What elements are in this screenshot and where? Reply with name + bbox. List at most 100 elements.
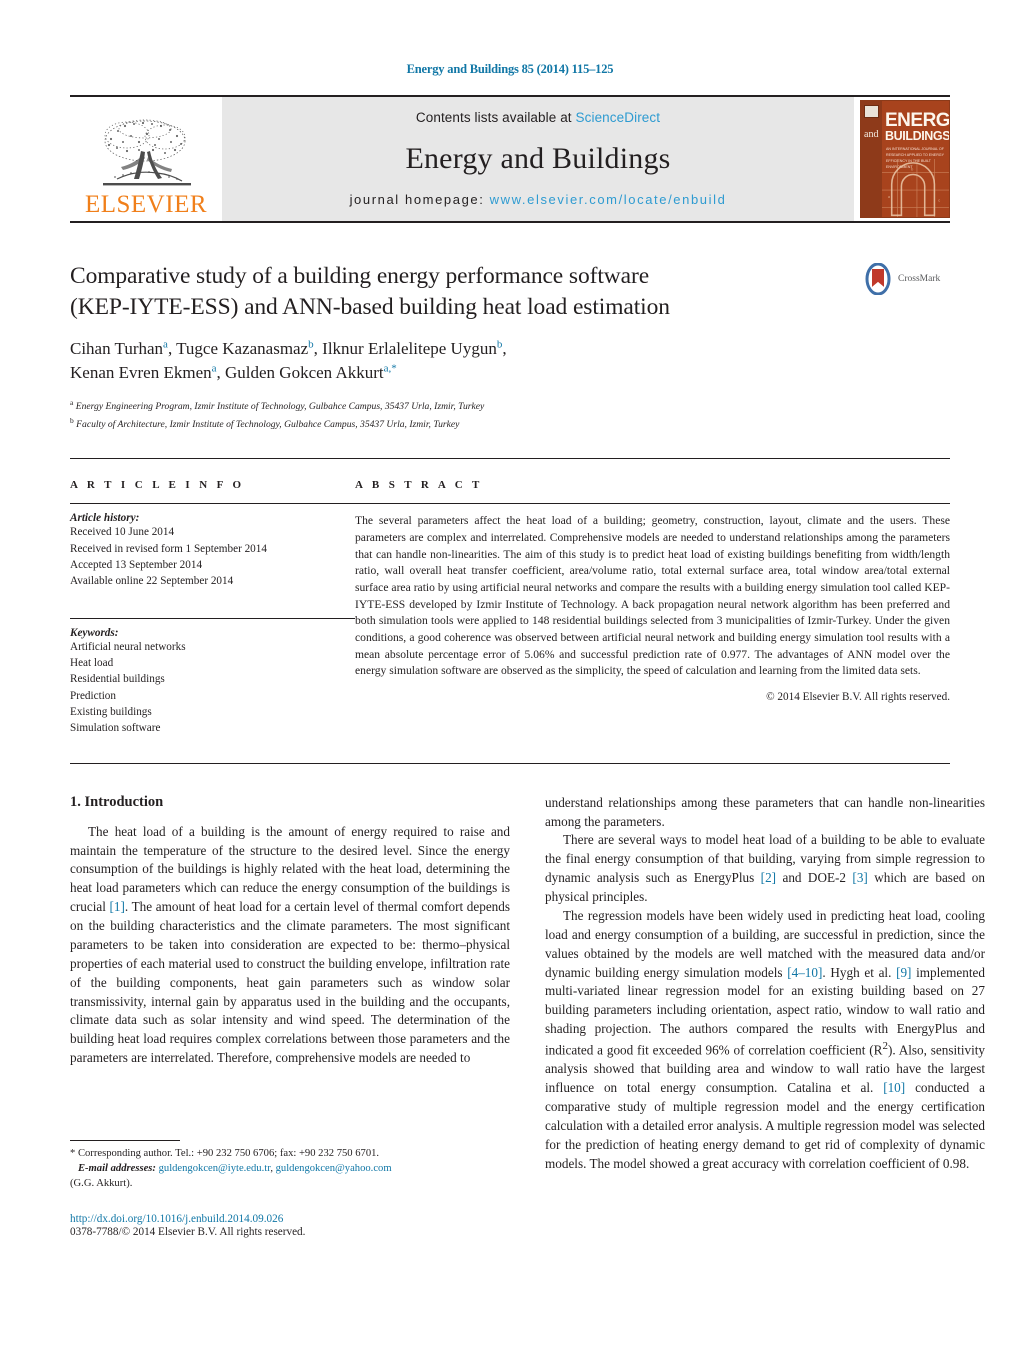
affil-marker-b2: b bbox=[496, 337, 503, 350]
contents-prefix: Contents lists available at bbox=[415, 110, 576, 125]
article-info-heading: A R T I C L E I N F O bbox=[70, 479, 245, 492]
title-line-1: Comparative study of a building energy p… bbox=[70, 263, 650, 289]
keywords-group: Keywords: Artificial neural networks Hea… bbox=[70, 627, 355, 737]
keyword-item: Existing buildings bbox=[70, 705, 152, 718]
sciencedirect-link[interactable]: ScienceDirect bbox=[576, 110, 661, 125]
keyword-item: Prediction bbox=[70, 689, 116, 702]
keyword-item: Residential buildings bbox=[70, 673, 165, 686]
affiliation-b-text: Faculty of Architecture, Izmir Institute… bbox=[76, 418, 460, 430]
abstract-column: A B S T R A C T The several parameters a… bbox=[355, 479, 950, 736]
intro-p3-part-b: . Hygh et al. bbox=[822, 964, 897, 980]
email-link-1[interactable]: guldengokcen@iyte.edu.tr bbox=[159, 1163, 271, 1174]
publisher-logo-block: ELSEVIER bbox=[70, 97, 222, 221]
info-abstract-columns: A R T I C L E I N F O Article history: R… bbox=[70, 479, 950, 736]
email-line: E-mail addresses: guldengokcen@iyte.edu.… bbox=[70, 1161, 510, 1176]
keywords-label: Keywords: bbox=[70, 626, 119, 639]
citation-ref-1[interactable]: [1] bbox=[110, 899, 125, 914]
history-item: Available online 22 September 2014 bbox=[70, 575, 234, 588]
intro-p1-part-b: . The amount of heat load for a certain … bbox=[70, 899, 511, 1066]
keyword-item: Simulation software bbox=[70, 722, 161, 735]
title-block: Comparative study of a building energy p… bbox=[0, 261, 1020, 432]
issn-copyright-line: 0378-7788/© 2014 Elsevier B.V. All right… bbox=[70, 1226, 306, 1239]
title-line-2: (KEP-IYTE-ESS) and ANN-based building he… bbox=[70, 294, 670, 321]
affiliation-a-text: Energy Engineering Program, Izmir Instit… bbox=[75, 400, 485, 412]
intro-paragraph-3: The regression models have been widely u… bbox=[545, 907, 985, 1174]
abstract-text: The several parameters affect the heat l… bbox=[355, 514, 950, 678]
history-item: Received 10 June 2014 bbox=[70, 526, 175, 539]
doi-block: http://dx.doi.org/10.1016/j.enbuild.2014… bbox=[70, 1213, 510, 1238]
corresponding-author-line: * Corresponding author. Tel.: +90 232 75… bbox=[70, 1148, 380, 1159]
cover-buildings-text: BUILDINGS bbox=[885, 129, 950, 143]
masthead-container: ELSEVIER Contents lists available at Sci… bbox=[0, 95, 1020, 223]
body-columns: 1. Introduction The heat load of a build… bbox=[0, 794, 1020, 1174]
cover-left-strip bbox=[861, 101, 882, 217]
homepage-url[interactable]: www.elsevier.com/locate/enbuild bbox=[490, 192, 727, 207]
crossmark-icon bbox=[865, 263, 891, 295]
crossmark-badge[interactable]: CrossMark bbox=[862, 263, 958, 295]
article-info-rule bbox=[70, 503, 355, 505]
citation-ref-3[interactable]: [3] bbox=[852, 870, 867, 885]
footnote-rule bbox=[70, 1140, 180, 1141]
article-history-group: Article history: Received 10 June 2014 R… bbox=[70, 512, 355, 589]
affil-marker-a2: a bbox=[211, 362, 217, 375]
elsevier-tree-icon bbox=[103, 119, 191, 186]
keyword-item: Artificial neural networks bbox=[70, 640, 186, 653]
masthead-bottom-rule bbox=[70, 221, 950, 223]
email-link-2[interactable]: guldengokcen@yahoo.com bbox=[276, 1163, 392, 1174]
masthead: ELSEVIER Contents lists available at Sci… bbox=[70, 97, 950, 221]
cover-energy-text: ENERGY bbox=[885, 110, 950, 131]
intro-paragraph-1: The heat load of a building is the amoun… bbox=[70, 823, 510, 1068]
journal-title: Energy and Buildings bbox=[405, 141, 671, 175]
svg-text:b: b bbox=[911, 167, 913, 172]
abstract-copyright: © 2014 Elsevier B.V. All rights reserved… bbox=[766, 691, 950, 704]
elsevier-wordmark: ELSEVIER bbox=[84, 191, 208, 218]
author-list: Cihan Turhana, Tugce Kazanasmazb, Ilknur… bbox=[70, 337, 507, 383]
affil-marker-a: a bbox=[163, 337, 168, 350]
affiliations: a Energy Engineering Program, Izmir Inst… bbox=[70, 397, 950, 432]
intro-paragraph-2: There are several ways to model heat loa… bbox=[545, 831, 985, 907]
svg-text:a: a bbox=[888, 194, 891, 199]
affiliation-b-line: b Faculty of Architecture, Izmir Institu… bbox=[70, 415, 460, 430]
history-item: Received in revised form 1 September 201… bbox=[70, 542, 267, 555]
journal-homepage-line: journal homepage: www.elsevier.com/locat… bbox=[350, 192, 727, 207]
body-left-column: 1. Introduction The heat load of a build… bbox=[70, 794, 510, 1174]
masthead-right: and ENERGY BUILDINGS AN INTERNATIONAL JO… bbox=[854, 97, 950, 221]
cover-artwork: a b c bbox=[882, 159, 949, 217]
body-right-column: understand relationships among these par… bbox=[545, 794, 985, 1174]
affil-marker-b: b bbox=[308, 337, 314, 350]
history-item: Accepted 13 September 2014 bbox=[70, 558, 203, 571]
masthead-center: Contents lists available at ScienceDirec… bbox=[222, 97, 854, 221]
article-info-column: A R T I C L E I N F O Article history: R… bbox=[70, 479, 355, 736]
affiliation-a-line: a Energy Engineering Program, Izmir Inst… bbox=[70, 397, 485, 412]
citation-ref-4-10[interactable]: [4–10] bbox=[787, 965, 822, 980]
homepage-label: journal homepage: bbox=[349, 192, 485, 207]
citation-ref-10[interactable]: [10] bbox=[883, 1080, 905, 1095]
abstract-bottom-rule bbox=[70, 762, 950, 764]
citation-ref-9[interactable]: [9] bbox=[896, 965, 911, 980]
abstract-heading: A B S T R A C T bbox=[355, 479, 483, 492]
abstract-rule bbox=[355, 503, 950, 505]
footnote-block: * Corresponding author. Tel.: +90 232 75… bbox=[70, 1140, 510, 1238]
journal-cover-thumbnail: and ENERGY BUILDINGS AN INTERNATIONAL JO… bbox=[860, 100, 950, 218]
cover-publisher-mark bbox=[864, 105, 879, 118]
page-title: Comparative study of a building energy p… bbox=[70, 261, 770, 324]
info-abstract-area: A R T I C L E I N F O Article history: R… bbox=[0, 458, 1020, 764]
doi-link[interactable]: http://dx.doi.org/10.1016/j.enbuild.2014… bbox=[70, 1213, 510, 1225]
contents-available-line: Contents lists available at ScienceDirec… bbox=[416, 110, 660, 125]
paper-page: Energy and Buildings 85 (2014) 115–125 E… bbox=[0, 0, 1020, 1351]
corresponding-author-note: * Corresponding author. Tel.: +90 232 75… bbox=[70, 1146, 510, 1191]
svg-text:c: c bbox=[938, 198, 940, 203]
keywords-rule bbox=[70, 617, 355, 619]
affil-marker-a-star: a,* bbox=[383, 362, 397, 375]
cover-and-text: and bbox=[864, 129, 879, 140]
email-addresses-label: E-mail addresses: bbox=[77, 1163, 156, 1175]
email-owner-line: (G.G. Akkurt). bbox=[70, 1178, 133, 1190]
intro-p2-part-b: and DOE-2 bbox=[776, 870, 853, 886]
citation-ref-2[interactable]: [2] bbox=[761, 870, 776, 885]
section-heading-introduction: 1. Introduction bbox=[70, 793, 164, 810]
crossmark-label: CrossMark bbox=[898, 274, 941, 284]
article-history-label: Article history: bbox=[70, 512, 140, 525]
info-top-rule bbox=[70, 458, 950, 460]
running-head: Energy and Buildings 85 (2014) 115–125 bbox=[406, 62, 614, 76]
